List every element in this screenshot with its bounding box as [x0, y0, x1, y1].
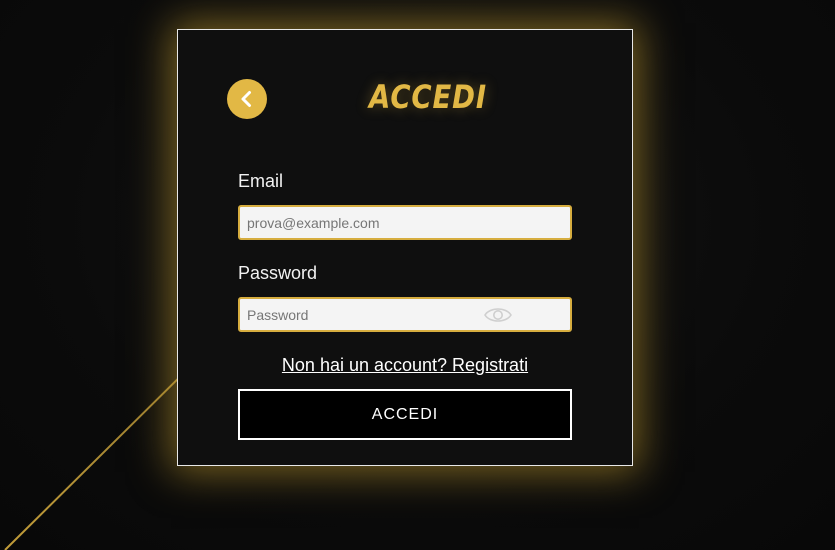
password-input[interactable] — [240, 299, 570, 330]
page-title: ACCEDI — [369, 78, 487, 116]
email-input[interactable] — [240, 207, 570, 238]
login-card: ACCEDI Email Password Non hai un account… — [177, 29, 633, 466]
password-field-wrapper — [238, 297, 572, 332]
email-field-wrapper — [238, 205, 572, 240]
password-label: Password — [238, 263, 318, 283]
register-link[interactable]: Non hai un account? Registrati — [238, 355, 572, 376]
page-background: ACCEDI Email Password Non hai un account… — [0, 0, 835, 550]
eye-icon[interactable] — [483, 304, 513, 326]
chevron-left-icon — [241, 91, 251, 107]
login-submit-button[interactable]: ACCEDI — [238, 389, 572, 440]
email-label: Email — [238, 171, 284, 191]
back-button[interactable] — [227, 79, 267, 119]
